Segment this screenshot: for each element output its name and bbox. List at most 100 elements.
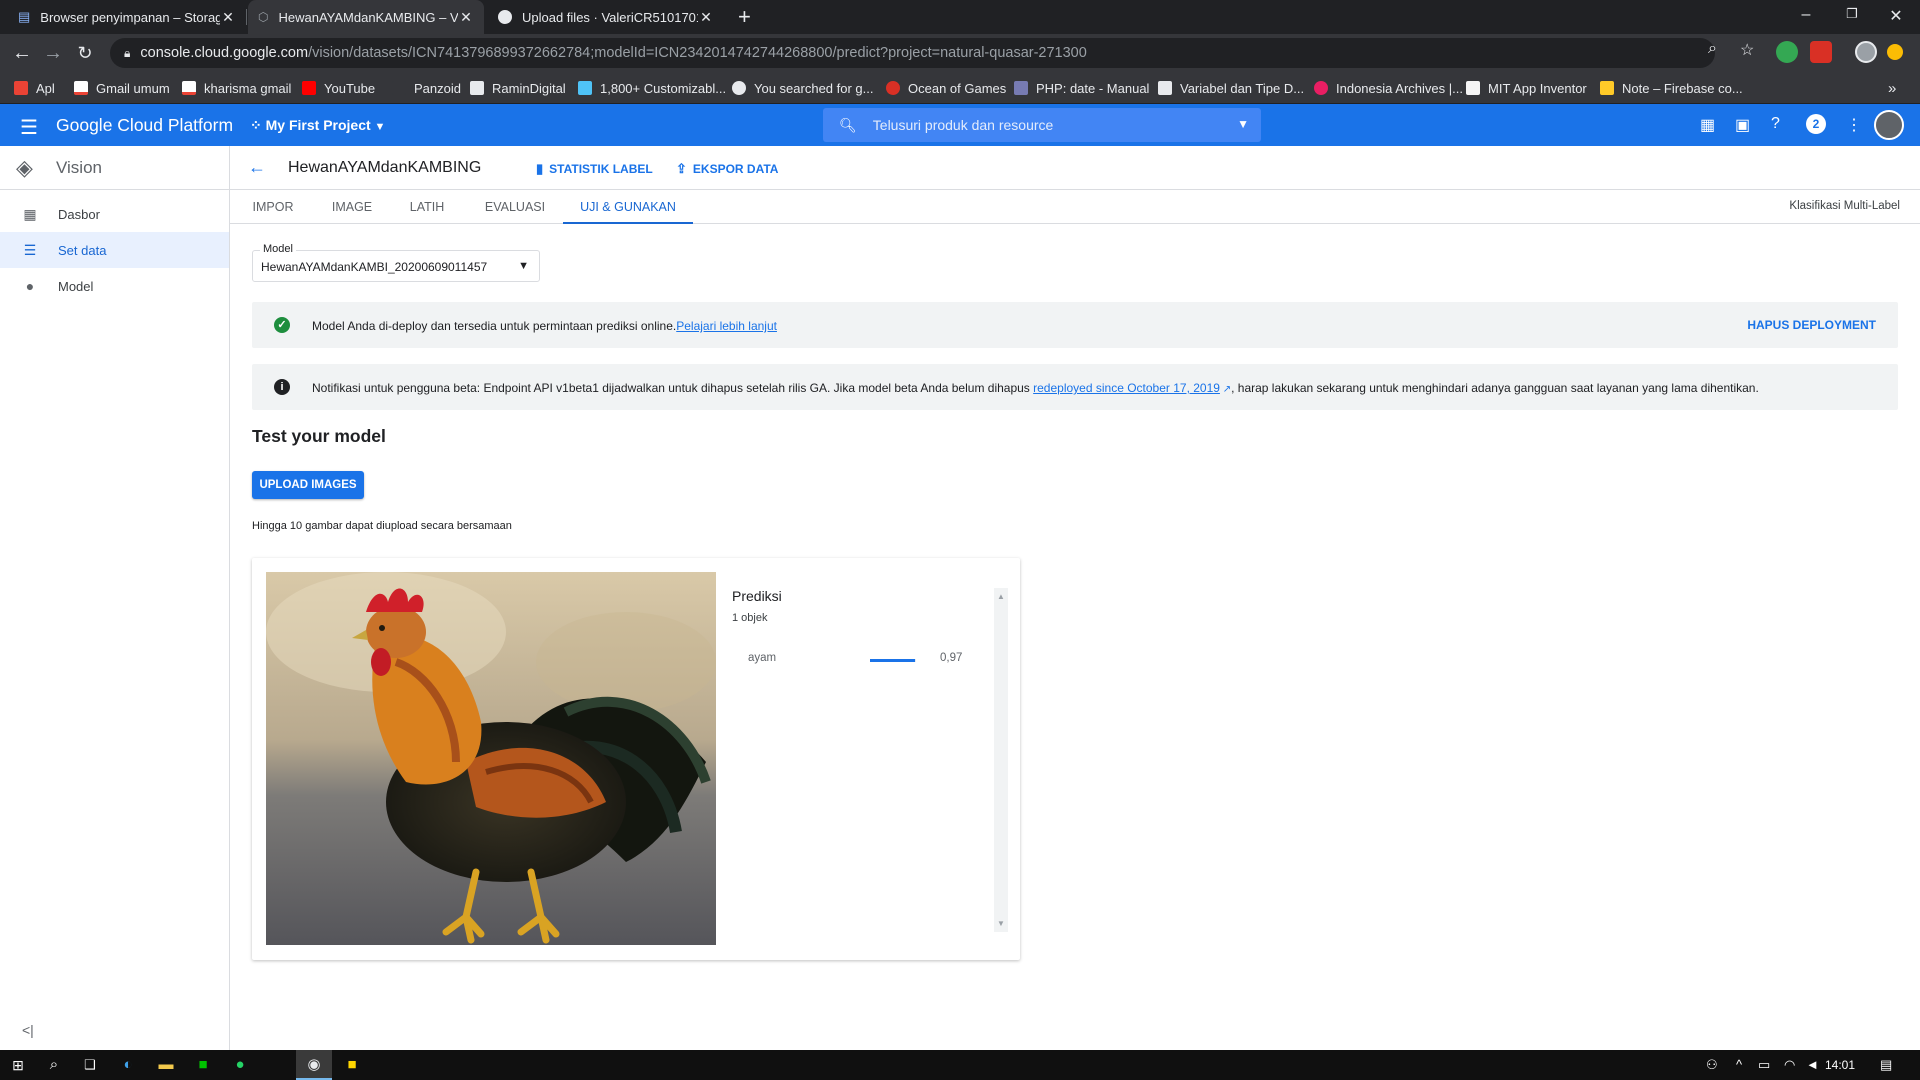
task-view-icon[interactable]: ❑ — [80, 1055, 100, 1075]
zoom-icon[interactable]: ⌕ — [1708, 40, 1717, 58]
people-icon[interactable]: ⚇ — [1706, 1057, 1718, 1073]
search-site-icon — [732, 81, 746, 95]
close-tab-icon[interactable]: ✕ — [458, 9, 474, 26]
cloud-shell-icon[interactable]: ▣ — [1735, 115, 1750, 135]
forward-arrow-icon[interactable]: → — [41, 41, 65, 65]
bookmark-firebase[interactable]: Note – Firebase co... — [1600, 72, 1743, 104]
upload-images-button[interactable]: UPLOAD IMAGES — [252, 471, 364, 499]
variabel-site-icon — [1158, 81, 1172, 95]
bookmark-gmail-umum[interactable]: Gmail umum — [74, 72, 170, 104]
profile-avatar[interactable] — [1855, 41, 1877, 63]
redeployed-link[interactable]: redeployed since October 17, 2019 — [1033, 381, 1220, 395]
undeploy-button[interactable]: HAPUS DEPLOYMENT — [1747, 318, 1876, 332]
bookmark-kharisma-gmail[interactable]: kharisma gmail — [182, 72, 291, 104]
back-arrow-icon[interactable]: ← — [10, 41, 34, 65]
bookmark-variabel[interactable]: Variabel dan Tipe D... — [1158, 72, 1304, 104]
help-icon[interactable]: ? — [1771, 115, 1780, 133]
sticky-notes-icon[interactable]: ■ — [342, 1055, 362, 1075]
menu-update-icon[interactable] — [1887, 44, 1903, 60]
tab-latih[interactable]: LATIH — [408, 190, 446, 224]
reload-icon[interactable]: ↻ — [73, 41, 97, 65]
bookmark-mit-app-inventor[interactable]: MIT App Inventor — [1466, 72, 1587, 104]
bookmark-apps[interactable]: Apl — [14, 72, 55, 104]
beta-notice-text: Notifikasi untuk pengguna beta: Endpoint… — [312, 381, 1034, 395]
sidebar-item-dasbor[interactable]: ▦ Dasbor — [0, 196, 229, 232]
tab-uji-gunakan[interactable]: UJI & GUNAKAN — [563, 190, 693, 224]
product-search-input[interactable]: 🔍︎ Telusuri produk dan resource ▼ — [823, 108, 1261, 142]
windows-start-icon[interactable]: ⊞ — [8, 1055, 28, 1075]
tab-image[interactable]: IMAGE — [330, 190, 374, 224]
bookmark-youtube[interactable]: YouTube — [302, 72, 375, 104]
minimize-icon[interactable]: – — [1796, 6, 1816, 24]
notification-badge[interactable]: 2 — [1806, 114, 1826, 134]
tab-impor[interactable]: IMPOR — [252, 190, 294, 224]
new-tab-button[interactable]: + — [738, 6, 751, 28]
chrome-icon: ◉ — [307, 1056, 321, 1073]
windows-taskbar: ⊞ ⌕ ❑ ◐ ▬ ■ ● ◉ ■ ⚇ ^ ▭ ◠ ◄ 14:01 ▤ — [0, 1050, 1920, 1080]
bookmarks-bar: Apl Gmail umum kharisma gmail YouTube Pa… — [0, 72, 1920, 104]
tab-evaluasi[interactable]: EVALUASI — [484, 190, 546, 224]
prediction-label: ayam — [748, 652, 777, 664]
learn-more-link[interactable]: Pelajari lebih lanjut — [676, 319, 777, 333]
bookmark-indonesia-archives[interactable]: Indonesia Archives |... — [1314, 72, 1463, 104]
battery-icon[interactable]: ▭ — [1758, 1057, 1770, 1073]
rooster-image — [266, 572, 716, 945]
bulb-icon: ● — [25, 278, 35, 294]
sidebar-item-model[interactable]: ● Model — [0, 268, 229, 304]
model-select-label: Model — [260, 243, 296, 255]
sidebar-item-set-data[interactable]: ☰ Set data — [0, 232, 229, 268]
tab-title: Upload files · ValeriCR51017019/ — [522, 9, 698, 25]
extension-icon[interactable] — [1776, 41, 1798, 63]
search-icon[interactable]: ⌕ — [44, 1055, 64, 1075]
wifi-icon[interactable]: ◠ — [1784, 1057, 1795, 1073]
youtube-icon — [302, 81, 316, 95]
edge-icon[interactable]: ◐ — [118, 1055, 138, 1075]
close-window-icon[interactable]: ✕ — [1886, 6, 1906, 26]
taskbar-clock[interactable]: 14:01 — [1825, 1058, 1855, 1072]
deploy-notice-text-wrap: Model Anda di-deploy dan tersedia untuk … — [312, 319, 777, 333]
more-vert-icon[interactable]: ⋮ — [1846, 115, 1862, 135]
close-tab-icon[interactable]: ✕ — [220, 9, 236, 26]
browser-tab-github[interactable]: Upload files · ValeriCR51017019/ ✕ — [488, 0, 724, 34]
bookmark-ramindigital[interactable]: RaminDigital — [470, 72, 566, 104]
line-app-icon[interactable]: ■ — [193, 1055, 213, 1075]
bookmarks-overflow-icon[interactable]: » — [1888, 72, 1896, 104]
panzoid-icon — [392, 81, 406, 95]
bookmark-ocean-of-games[interactable]: Ocean of Games — [886, 72, 1006, 104]
gift-icon[interactable]: ▦ — [1700, 115, 1715, 135]
gcp-brand[interactable]: Google Cloud Platform — [56, 115, 233, 136]
hamburger-menu-icon[interactable]: ☰ — [20, 115, 38, 140]
export-data-button[interactable]: ⇪ EKSPOR DATA — [676, 161, 778, 177]
bookmark-panzoid[interactable]: Panzoid — [392, 72, 461, 104]
tray-chevron-icon[interactable]: ^ — [1736, 1057, 1742, 1072]
php-icon — [1014, 81, 1028, 95]
whatsapp-icon[interactable]: ● — [230, 1055, 250, 1075]
collapse-sidebar-icon[interactable]: <| — [22, 1022, 34, 1038]
deploy-notice: ✓ Model Anda di-deploy dan tersedia untu… — [252, 302, 1898, 348]
prediction-score: 0,97 — [940, 652, 963, 664]
bookmark-php-date[interactable]: PHP: date - Manual — [1014, 72, 1149, 104]
restore-icon[interactable]: ❐ — [1842, 6, 1862, 22]
bookmark-star-icon[interactable]: ☆ — [1740, 40, 1754, 60]
bar-chart-icon: ▮ — [536, 161, 544, 176]
notification-center-icon[interactable]: ▤ — [1880, 1057, 1892, 1073]
label-stats-button[interactable]: ▮ STATISTIK LABEL — [536, 161, 653, 177]
bookmark-label: Gmail umum — [96, 80, 170, 96]
project-selector[interactable]: ⁘ My First Project ▼ — [250, 117, 385, 134]
back-arrow-icon[interactable]: ← — [248, 157, 266, 178]
tab-title: HewanAYAMdanKAMBING – Visi — [278, 9, 458, 25]
scroll-down-icon[interactable]: ▼ — [997, 919, 1005, 928]
prediction-scrollbar[interactable]: ▲ ▼ — [994, 588, 1008, 932]
bookmark-you-searched[interactable]: You searched for g... — [732, 72, 874, 104]
chevron-down-icon[interactable]: ▼ — [1237, 117, 1249, 131]
address-bar[interactable]: 🔒︎ console.cloud.google.com /vision/data… — [110, 38, 1715, 68]
account-avatar[interactable] — [1874, 110, 1904, 140]
browser-tab-storage[interactable]: ▤ Browser penyimpanan – Storage ✕ — [8, 0, 246, 34]
close-tab-icon[interactable]: ✕ — [698, 9, 714, 26]
adblock-extension-icon[interactable] — [1810, 41, 1832, 63]
browser-tab-vision[interactable]: ⬡ HewanAYAMdanKAMBING – Visi ✕ — [248, 0, 484, 34]
file-explorer-icon[interactable]: ▬ — [156, 1055, 176, 1075]
bookmark-customizable[interactable]: 1,800+ Customizabl... — [578, 72, 726, 104]
volume-icon[interactable]: ◄ — [1806, 1057, 1819, 1072]
scroll-up-icon[interactable]: ▲ — [997, 592, 1005, 601]
